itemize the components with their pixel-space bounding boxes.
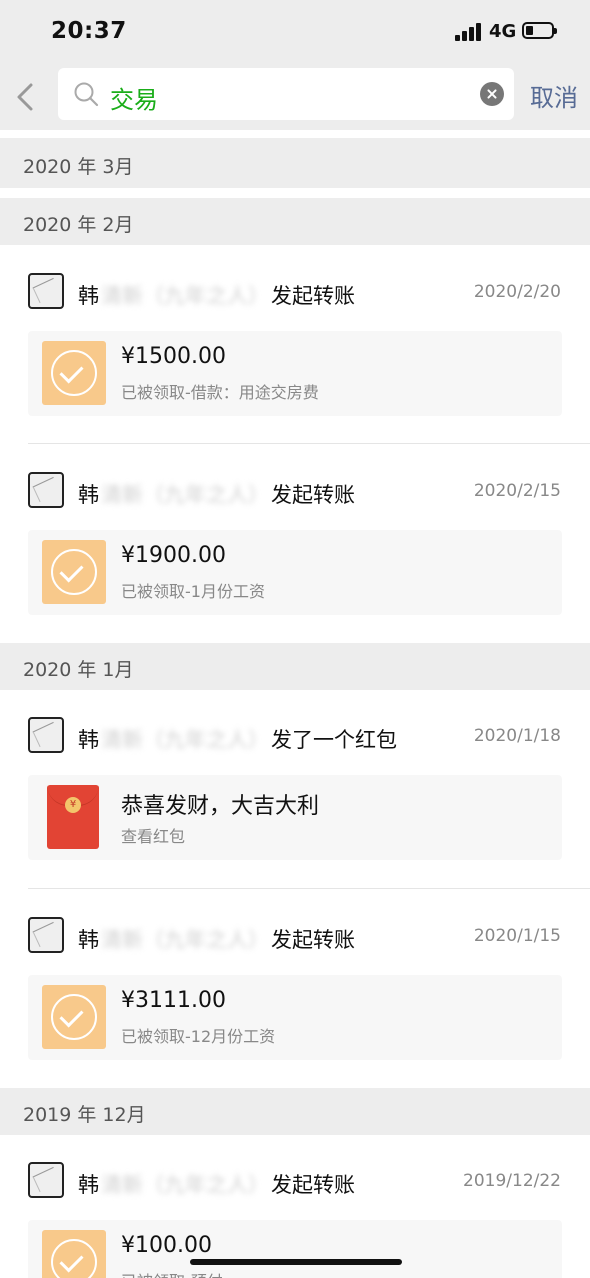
transfer-card[interactable]: ¥1900.00 已被领取-1月份工资 xyxy=(28,530,562,615)
status-time: 20:37 xyxy=(51,18,127,44)
back-chevron-icon[interactable] xyxy=(12,82,38,112)
transfer-amount: ¥3111.00 xyxy=(121,988,226,1013)
section-label: 2020 年 3月 xyxy=(23,156,134,178)
red-packet-greeting: 恭喜发财，大吉大利 xyxy=(121,794,320,819)
transaction-date: 2020/1/15 xyxy=(473,926,561,946)
section-header: 2019 年 12月 xyxy=(0,1088,590,1135)
avatar xyxy=(28,472,64,508)
status-bar: 20:37 4G xyxy=(0,0,590,60)
sender-line: 韩清新（九年之人）发起转账 xyxy=(78,284,355,308)
sender-line: 韩清新（九年之人）发了一个红包 xyxy=(78,728,397,752)
sender-line: 韩清新（九年之人）发起转账 xyxy=(78,1173,355,1197)
transaction-item[interactable]: 韩清新（九年之人）发起转账 2020/1/15 ¥3111.00 已被领取-12… xyxy=(0,890,590,1088)
transaction-date: 2020/1/18 xyxy=(473,726,561,746)
cancel-button[interactable]: 取消 xyxy=(530,78,578,113)
search-icon xyxy=(74,82,99,107)
transfer-received-icon xyxy=(42,985,106,1049)
network-type: 4G xyxy=(489,21,517,42)
transaction-item[interactable]: 韩清新（九年之人）发起转账 2019/12/22 ¥100.00 已被领取-预付 xyxy=(0,1135,590,1278)
section-header: 2020 年 3月 xyxy=(0,138,590,188)
sender-line: 韩清新（九年之人）发起转账 xyxy=(78,928,355,952)
transfer-note: 已被领取-借款：用途交房费 xyxy=(121,383,319,402)
transfer-received-icon xyxy=(42,341,106,405)
section-label: 2019 年 12月 xyxy=(23,1104,146,1126)
section-label: 2020 年 2月 xyxy=(23,214,134,236)
transaction-date: 2019/12/22 xyxy=(463,1171,561,1191)
section-header: 2020 年 2月 xyxy=(0,198,590,245)
transaction-date: 2020/2/20 xyxy=(473,282,561,302)
transfer-note: 已被领取-12月份工资 xyxy=(121,1027,276,1046)
avatar xyxy=(28,917,64,953)
search-query[interactable]: 交易 xyxy=(110,80,158,115)
transfer-card[interactable]: ¥1500.00 已被领取-借款：用途交房费 xyxy=(28,331,562,416)
view-red-packet-link[interactable]: 查看红包 xyxy=(121,823,185,847)
transaction-date: 2020/2/15 xyxy=(473,481,561,501)
transfer-received-icon xyxy=(42,1230,106,1278)
battery-icon xyxy=(522,22,557,39)
sender-line: 韩清新（九年之人）发起转账 xyxy=(78,483,355,507)
search-header: 交易 取消 xyxy=(0,60,590,130)
transaction-item[interactable]: 韩清新（九年之人）发起转账 2020/2/15 ¥1900.00 已被领取-1月… xyxy=(0,445,590,643)
avatar xyxy=(28,717,64,753)
transfer-note: 已被领取-1月份工资 xyxy=(121,582,265,601)
transaction-item[interactable]: 韩清新（九年之人）发起转账 2020/2/20 ¥1500.00 已被领取-借款… xyxy=(0,246,590,444)
avatar xyxy=(28,273,64,309)
red-packet-card[interactable]: ¥ 恭喜发财，大吉大利 查看红包 xyxy=(28,775,562,860)
transfer-amount: ¥1500.00 xyxy=(121,344,226,369)
transfer-card[interactable]: ¥3111.00 已被领取-12月份工资 xyxy=(28,975,562,1060)
transfer-received-icon xyxy=(42,540,106,604)
transaction-item[interactable]: 韩清新（九年之人）发了一个红包 2020/1/18 ¥ 恭喜发财，大吉大利 查看… xyxy=(0,690,590,889)
section-label: 2020 年 1月 xyxy=(23,659,134,681)
transfer-card[interactable]: ¥100.00 已被领取-预付 xyxy=(28,1220,562,1278)
transfer-amount: ¥100.00 xyxy=(121,1233,212,1258)
divider xyxy=(28,443,590,444)
transfer-note: 已被领取-预付 xyxy=(121,1268,223,1278)
avatar xyxy=(28,1162,64,1198)
home-indicator[interactable] xyxy=(190,1259,402,1265)
transfer-amount: ¥1900.00 xyxy=(121,543,226,568)
section-header: 2020 年 1月 xyxy=(0,643,590,690)
clear-icon[interactable] xyxy=(480,82,504,106)
search-input[interactable]: 交易 xyxy=(58,68,514,120)
red-packet-icon: ¥ xyxy=(47,785,99,849)
divider xyxy=(28,888,590,889)
signal-icon xyxy=(455,23,483,41)
